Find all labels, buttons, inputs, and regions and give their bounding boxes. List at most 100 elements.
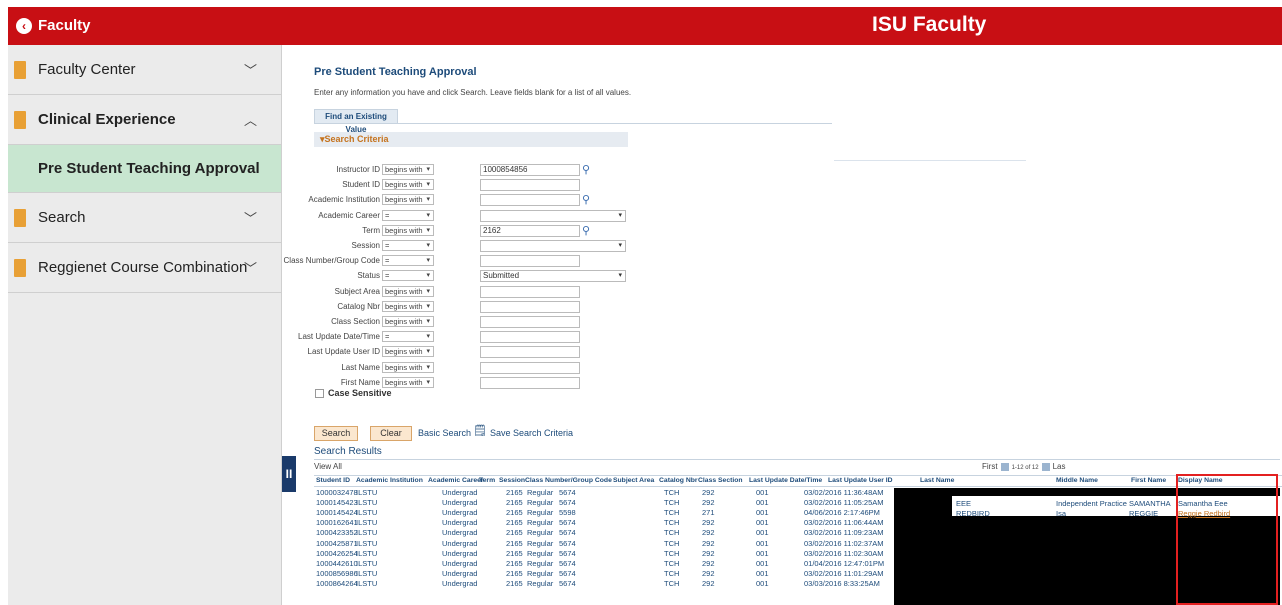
column-header[interactable]: Term [479,477,495,484]
table-cell: 001 [756,538,769,548]
table-cell[interactable]: 1000423352 [316,528,358,538]
search-button[interactable]: Search [314,426,358,441]
operator-select[interactable]: begins with [382,300,434,312]
operator-select[interactable]: begins with [382,376,434,388]
table-cell[interactable]: 1000425871 [316,539,358,549]
table-cell: 2165 [506,488,523,497]
value-select[interactable]: Submitted [480,270,626,283]
prev-arrow-icon[interactable] [1000,462,1009,471]
table-cell: ILSTU [356,548,378,558]
column-header[interactable]: Middle Name [1056,477,1098,484]
next-arrow-icon[interactable] [1041,462,1050,471]
table-row[interactable]: 1000032478 ILSTU Undergrad 2165 Regular 5674 T… [314,488,894,498]
operator-select[interactable]: = [382,240,434,251]
view-all-link[interactable]: View All [314,462,342,471]
column-header[interactable]: First Name [1131,477,1166,484]
table-cell[interactable]: 1000426254 [316,549,358,559]
table-cell[interactable]: 1000145423 [316,498,358,508]
table-cell[interactable]: 1000032478 [316,488,358,498]
operator-select[interactable]: begins with [382,164,434,175]
case-sensitive-checkbox[interactable] [315,389,324,398]
lookup-icon[interactable]: ⚲ [582,163,590,176]
table-cell[interactable]: 1000442610 [316,559,358,569]
first-name-cell: REGGIE [1129,509,1159,518]
table-cell[interactable]: 1000162641 [316,518,358,528]
table-row[interactable]: 1000864264 ILSTU Undergrad 2165 Regular 5674 T… [314,579,894,589]
table-row[interactable]: 1000856986 ILSTU Undergrad 2165 Regular 5674 T… [314,569,894,579]
column-header[interactable]: Last Update Date/Time [749,477,822,484]
table-cell: TCH [664,558,680,568]
value-input[interactable] [480,255,580,268]
column-header[interactable]: Last Name [920,477,954,484]
save-icon[interactable]: 🗒 [473,424,487,437]
table-row[interactable]: 1000423352 ILSTU Undergrad 2165 Regular 5674 T… [314,528,894,538]
table-cell[interactable]: 1000145424 [316,508,358,518]
column-header[interactable]: Academic Institution [356,477,423,484]
value-input[interactable] [480,316,580,328]
column-header[interactable]: Class Section [698,477,743,484]
table-cell[interactable]: 1000864264 [316,579,358,589]
basic-search-link[interactable]: Basic Search [418,428,471,438]
first-link[interactable]: First [982,462,998,471]
table-cell: Regular [527,558,554,568]
value-input[interactable] [480,179,580,192]
column-header[interactable]: Last Update User ID [828,477,893,484]
sidebar-item-clinical-experience[interactable]: Clinical Experience ︿ [8,95,281,145]
operator-select[interactable]: = [382,255,434,267]
table-row[interactable]: 1000426254 ILSTU Undergrad 2165 Regular 5674 T… [314,549,894,559]
value-select[interactable] [480,240,626,252]
sidebar-item-faculty-center[interactable]: Faculty Center ﹀ [8,45,281,95]
sidebar-item-label: Search [38,209,86,226]
lookup-icon[interactable]: ⚲ [582,193,590,206]
value-input[interactable] [480,300,580,313]
operator-select[interactable]: begins with [382,285,434,297]
operator-select[interactable]: begins with [382,224,434,236]
sidebar-item-pre-student-teaching-approval[interactable]: Pre Student Teaching Approval [8,145,281,193]
operator-select[interactable]: begins with [382,346,434,358]
save-search-criteria-link[interactable]: Save Search Criteria [490,428,573,438]
table-cell: 04/06/2016 2:17:46PM [804,508,880,518]
table-row[interactable]: 1000442610 ILSTU Undergrad 2165 Regular 5674 T… [314,559,894,569]
search-criteria-header[interactable]: ▾Search Criteria [314,132,628,147]
operator-select[interactable]: = [382,270,434,282]
back-button[interactable]: ‹ Faculty [16,17,91,34]
value-input[interactable] [480,376,580,389]
column-header[interactable]: Subject Area [613,477,654,484]
clear-button[interactable]: Clear [370,426,412,441]
table-row[interactable]: 1000145423 ILSTU Undergrad 2165 Regular 5674 T… [314,498,894,508]
last-link[interactable]: Las [1053,462,1066,471]
table-row[interactable]: 1000425871 ILSTU Undergrad 2165 Regular 5674 T… [314,539,894,549]
value-input[interactable] [480,346,580,359]
tab-find-existing-value[interactable]: Find an Existing Value [314,109,398,134]
lookup-icon[interactable]: ⚲ [582,224,590,237]
operator-select[interactable]: begins with [382,194,434,206]
column-header[interactable]: Session [499,477,525,484]
table-cell: TCH [664,498,680,508]
value-input[interactable] [480,361,580,374]
value-input[interactable] [480,285,580,298]
operator-select[interactable]: begins with [382,179,434,191]
value-input[interactable]: 2162 [480,224,580,237]
value-input[interactable] [480,194,580,207]
table-cell: Undergrad [442,508,478,518]
table-row[interactable]: 1000145424 ILSTU Undergrad 2165 Regular 5598 T… [314,508,894,518]
search-results-title: Search Results [314,446,382,457]
operator-select[interactable]: begins with [382,361,434,373]
operator-select[interactable]: = [382,331,434,343]
column-header[interactable]: Student ID [316,477,350,484]
column-header[interactable]: Catalog Nbr [659,477,698,484]
column-header[interactable]: Class Number/Group Code [525,477,612,484]
pause-icon[interactable]: II [282,456,296,492]
table-cell: ILSTU [356,578,378,588]
column-header[interactable]: Academic Career [428,477,484,484]
table-cell[interactable]: 1000856986 [316,569,358,579]
operator-select[interactable]: begins with [382,316,434,327]
sidebar-item-reggienet-course-combination[interactable]: Reggienet Course Combination ﹀ [8,243,281,293]
value-input[interactable]: 1000854856 [480,164,580,176]
operator-select[interactable]: = [382,209,434,221]
value-input[interactable] [480,331,580,344]
value-select[interactable] [480,209,626,222]
table-row[interactable]: 1000162641 ILSTU Undergrad 2165 Regular 5674 T… [314,518,894,528]
field-label: Academic Career [318,210,380,220]
sidebar-item-search[interactable]: Search ﹀ [8,193,281,243]
